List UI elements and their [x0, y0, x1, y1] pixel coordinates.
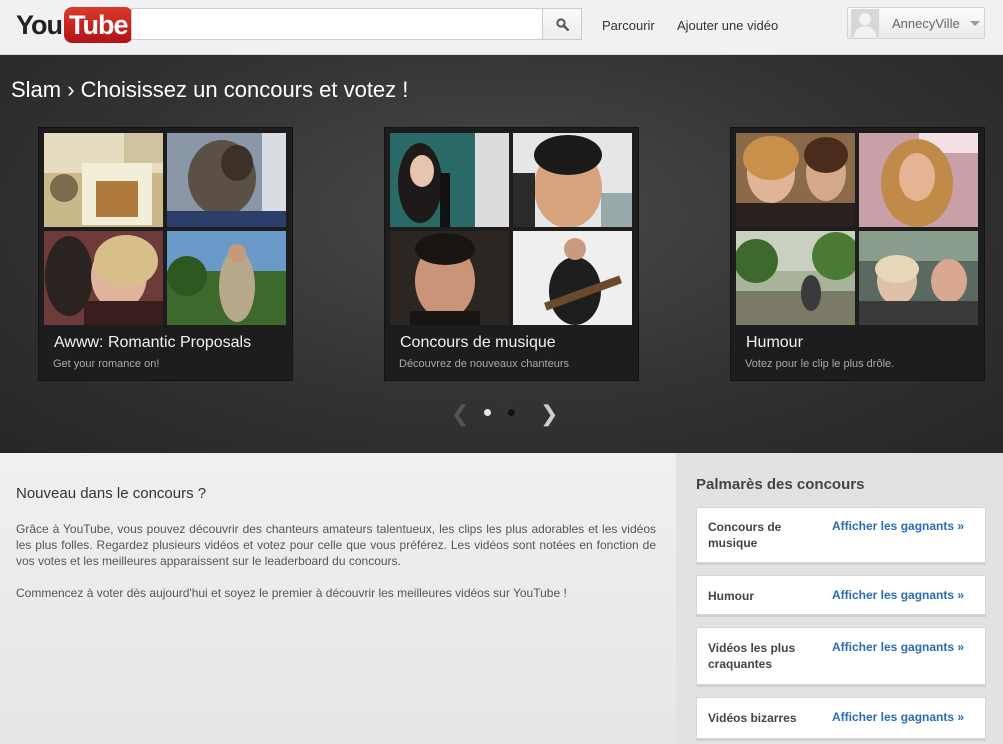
upload-link[interactable]: Ajouter une vidéo	[677, 18, 778, 33]
video-thumbnail[interactable]	[513, 231, 632, 325]
contest-carousel: Slam › Choisissez un concours et votez !	[0, 55, 1003, 453]
show-winners-link[interactable]: Afficher les gagnants »	[832, 640, 964, 654]
youtube-logo[interactable]: You Tube	[16, 7, 133, 43]
card-title[interactable]: Humour	[746, 334, 803, 352]
contest-name: Humour	[708, 589, 754, 603]
intro-paragraph: Commencez à voter dès aujourd'hui et soy…	[16, 586, 567, 600]
browse-link[interactable]: Parcourir	[602, 18, 655, 33]
video-thumbnail[interactable]	[44, 231, 163, 325]
intro-section: Nouveau dans le concours ? Grâce à YouTu…	[0, 453, 676, 744]
winner-row: Concours de musique Afficher les gagnant…	[696, 507, 986, 563]
card-title[interactable]: Awww: Romantic Proposals	[54, 334, 251, 352]
card-subtitle: Votez pour le clip le plus drôle.	[745, 358, 895, 370]
winner-row: Vidéos bizarres Afficher les gagnants »	[696, 697, 986, 739]
pager-dot[interactable]	[508, 409, 515, 416]
search-form	[131, 8, 582, 40]
video-thumbnail[interactable]	[390, 231, 509, 325]
intro-paragraph: Grâce à YouTube, vous pouvez découvrir d…	[16, 522, 656, 568]
video-thumbnail[interactable]	[859, 133, 978, 227]
user-menu[interactable]: AnnecyVille	[847, 7, 985, 39]
show-winners-link[interactable]: Afficher les gagnants »	[832, 588, 964, 602]
video-thumbnail[interactable]	[736, 133, 855, 227]
contest-name: Concours de musique	[708, 520, 782, 550]
contest-name: Vidéos les plus craquantes	[708, 641, 796, 671]
avatar	[851, 9, 879, 37]
video-thumbnail[interactable]	[513, 133, 632, 227]
show-winners-link[interactable]: Afficher les gagnants »	[832, 519, 964, 533]
search-button[interactable]	[542, 8, 582, 40]
masthead: You Tube Parcourir Ajouter une vidéo Ann…	[0, 0, 1003, 55]
search-input[interactable]	[131, 8, 542, 40]
video-thumbnail[interactable]	[44, 133, 163, 227]
winners-heading: Palmarès des concours	[696, 476, 865, 493]
video-thumbnail[interactable]	[167, 133, 286, 227]
video-thumbnail[interactable]	[859, 231, 978, 325]
video-thumbnail[interactable]	[390, 133, 509, 227]
card-title[interactable]: Concours de musique	[400, 334, 556, 352]
carousel-pager: ❮ ❯	[0, 400, 1003, 430]
winners-panel: Palmarès des concours Concours de musiqu…	[676, 453, 1003, 744]
chevron-right-icon[interactable]: ❯	[540, 402, 558, 427]
video-thumbnail[interactable]	[167, 231, 286, 325]
user-name: AnnecyVille	[892, 15, 960, 31]
search-icon	[555, 17, 569, 31]
contest-card-romantic[interactable]: Awww: Romantic Proposals Get your romanc…	[38, 127, 293, 381]
video-thumbnail[interactable]	[736, 231, 855, 325]
show-winners-link[interactable]: Afficher les gagnants »	[832, 710, 964, 724]
page-title: Slam › Choisissez un concours et votez !	[11, 77, 409, 102]
contest-name: Vidéos bizarres	[708, 711, 797, 725]
winner-row: Humour Afficher les gagnants »	[696, 575, 986, 615]
chevron-down-icon	[969, 20, 980, 26]
winner-row: Vidéos les plus craquantes Afficher les …	[696, 627, 986, 685]
contest-card-humour[interactable]: Humour Votez pour le clip le plus drôle.	[730, 127, 985, 381]
pager-dot-active[interactable]	[484, 409, 491, 416]
card-subtitle: Découvrez de nouveaux chanteurs	[399, 358, 569, 370]
intro-heading: Nouveau dans le concours ?	[16, 485, 207, 502]
chevron-left-icon[interactable]: ❮	[451, 402, 469, 427]
card-subtitle: Get your romance on!	[53, 358, 160, 370]
contest-card-music[interactable]: Concours de musique Découvrez de nouveau…	[384, 127, 639, 381]
